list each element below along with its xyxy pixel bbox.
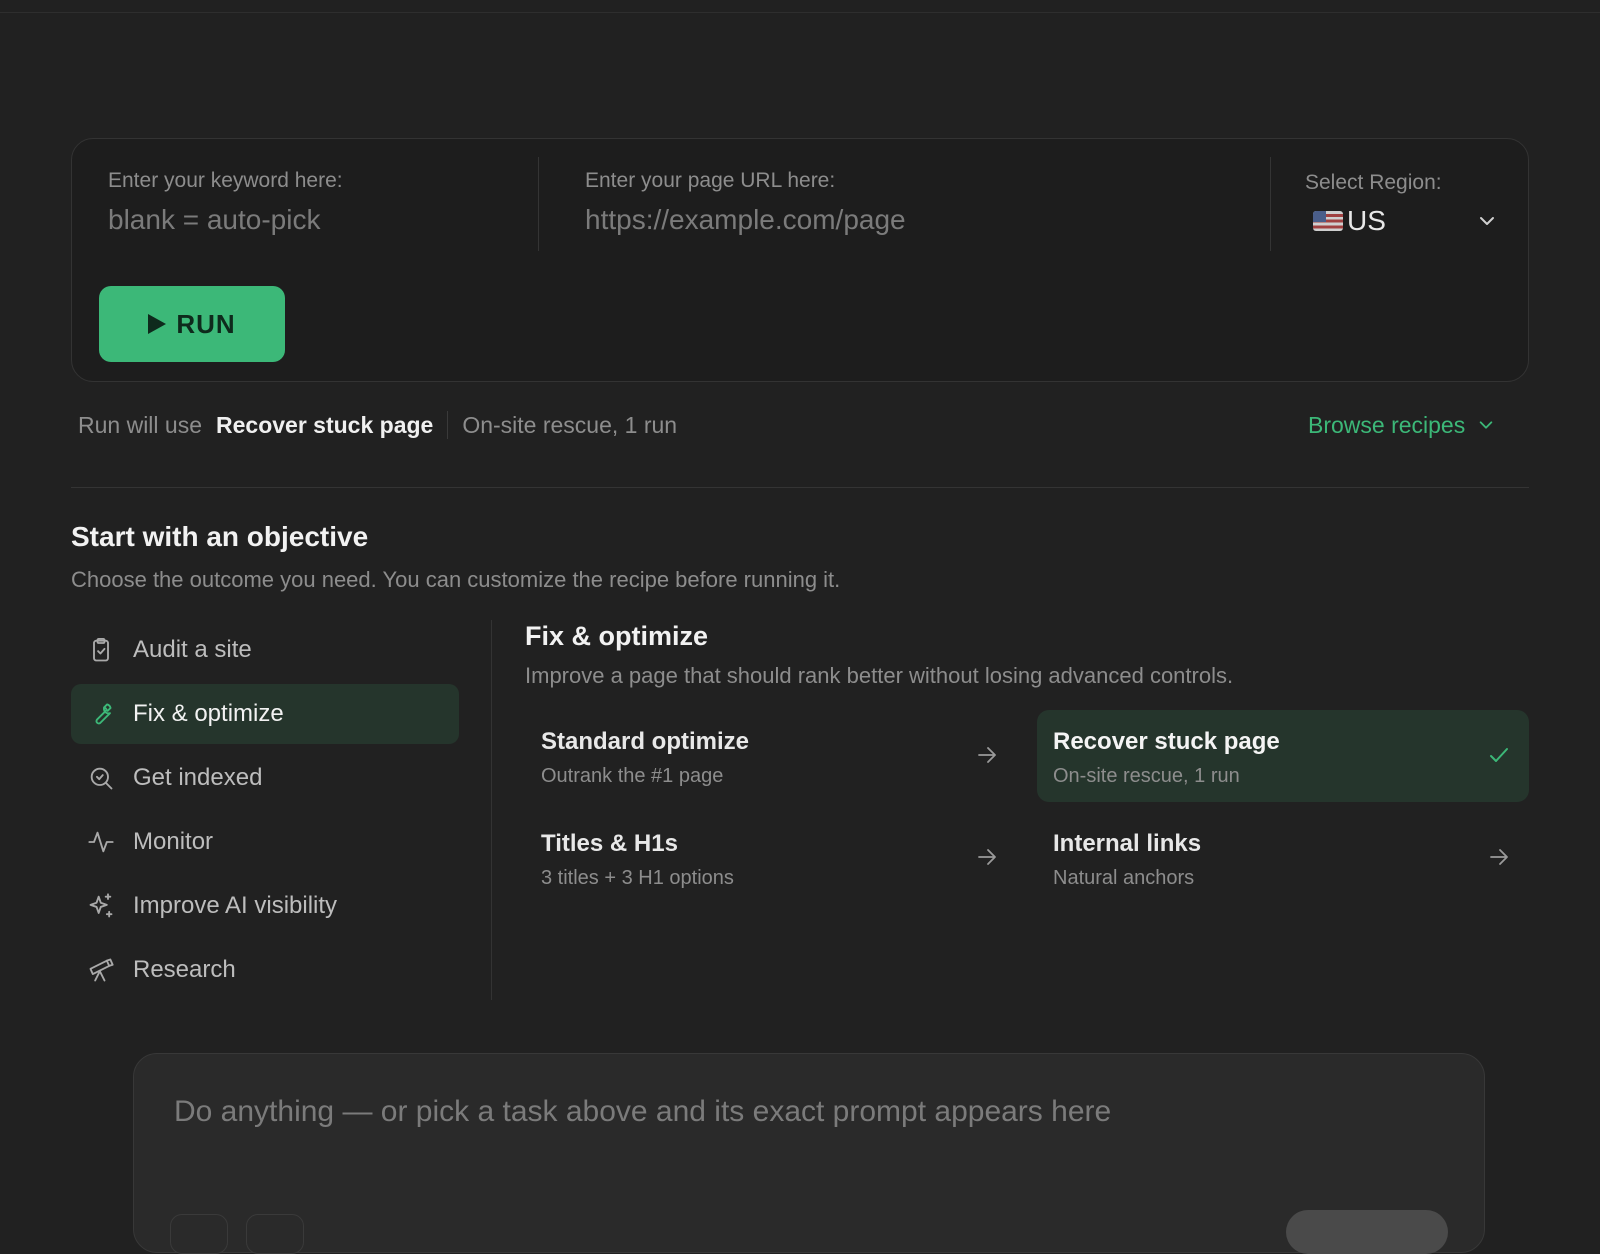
column-divider xyxy=(491,620,492,1000)
objective-item-audit[interactable]: Audit a site xyxy=(71,620,459,680)
clipboard-check-icon xyxy=(93,637,109,662)
objective-item-label: Fix & optimize xyxy=(133,700,284,727)
objective-item-label: Get indexed xyxy=(133,764,263,791)
objective-item-label: Research xyxy=(133,956,236,983)
send-button[interactable] xyxy=(1286,1210,1448,1254)
recipe-prefix: Run will use xyxy=(78,411,202,438)
region-select[interactable]: US xyxy=(1313,201,1497,241)
recipe-option-recover-stuck-page[interactable]: Recover stuck page On-site rescue, 1 run xyxy=(1037,710,1529,802)
top-divider xyxy=(0,12,1600,13)
attach-button[interactable] xyxy=(170,1214,228,1254)
prompt-input[interactable] xyxy=(174,1090,1434,1134)
input-card: Enter your keyword here: Enter your page… xyxy=(71,138,1529,382)
search-icon xyxy=(90,767,113,790)
objective-item-monitor[interactable]: Monitor xyxy=(71,812,459,872)
recipe-detail: On-site rescue, 1 run xyxy=(462,411,678,438)
field-divider xyxy=(1270,157,1271,251)
us-flag-icon xyxy=(1313,211,1343,231)
objective-list: Audit a site Fix & optimize Get indexed … xyxy=(71,620,459,1004)
option-subtitle: Outrank the #1 page xyxy=(541,765,724,787)
field-divider xyxy=(538,157,539,251)
recipe-separator xyxy=(447,411,449,439)
browse-recipes-button[interactable]: Browse recipes xyxy=(1308,408,1495,442)
objective-item-fix-optimize[interactable]: Fix & optimize xyxy=(71,684,459,744)
url-label: Enter your page URL here: xyxy=(585,169,836,192)
panel-title: Fix & optimize xyxy=(525,621,709,651)
keyword-field-group: Enter your keyword here: xyxy=(108,139,528,251)
option-title: Internal links xyxy=(1053,830,1202,857)
option-title: Titles & H1s xyxy=(541,830,678,857)
activity-icon xyxy=(88,831,114,853)
objective-item-get-indexed[interactable]: Get indexed xyxy=(71,748,459,808)
run-label: RUN xyxy=(176,308,236,339)
prompt-box xyxy=(133,1053,1485,1254)
keyword-label: Enter your keyword here: xyxy=(108,169,343,192)
objective-subtitle: Choose the outcome you need. You can cus… xyxy=(71,567,841,592)
recipe-option-titles-h1s[interactable]: Titles & H1s 3 titles + 3 H1 options xyxy=(525,812,1017,904)
sparkles-icon xyxy=(89,893,113,918)
objective-title: Start with an objective xyxy=(71,521,369,552)
recipe-summary: Run will use Recover stuck page On-site … xyxy=(78,408,677,442)
arrow-right-icon xyxy=(978,747,996,763)
objective-item-label: Monitor xyxy=(133,828,214,855)
arrow-right-icon xyxy=(978,849,996,865)
option-subtitle: 3 titles + 3 H1 options xyxy=(541,867,734,889)
region-field-group: Select Region: US xyxy=(1305,139,1505,251)
telescope-icon xyxy=(89,958,114,982)
option-title: Recover stuck page xyxy=(1053,728,1280,755)
browse-recipes-label: Browse recipes xyxy=(1308,411,1466,438)
wrench-icon xyxy=(95,703,112,725)
url-field-group: Enter your page URL here: xyxy=(585,139,1275,251)
objective-item-label: Improve AI visibility xyxy=(133,892,338,919)
panel-subtitle: Improve a page that should rank better w… xyxy=(525,663,1234,688)
option-title: Standard optimize xyxy=(541,728,750,755)
objective-item-ai-visibility[interactable]: Improve AI visibility xyxy=(71,876,459,936)
objective-item-label: Audit a site xyxy=(133,636,252,663)
region-value: US xyxy=(1347,205,1386,236)
run-button[interactable]: RUN xyxy=(99,286,285,362)
play-icon xyxy=(148,314,167,334)
chevron-down-icon xyxy=(1479,421,1493,429)
arrow-right-icon xyxy=(1490,849,1508,865)
recipe-option-internal-links[interactable]: Internal links Natural anchors xyxy=(1037,812,1529,904)
keyword-input[interactable] xyxy=(108,199,528,241)
region-label: Select Region: xyxy=(1305,171,1442,194)
option-subtitle: On-site rescue, 1 run xyxy=(1053,765,1240,787)
url-input[interactable] xyxy=(585,199,1275,241)
section-divider xyxy=(71,487,1529,488)
check-icon xyxy=(1490,748,1508,762)
tools-button[interactable] xyxy=(246,1214,304,1254)
recipe-option-standard-optimize[interactable]: Standard optimize Outrank the #1 page xyxy=(525,710,1017,802)
objective-item-research[interactable]: Research xyxy=(71,940,459,1000)
recipe-name: Recover stuck page xyxy=(216,411,434,438)
chevron-down-icon xyxy=(1480,217,1494,225)
option-subtitle: Natural anchors xyxy=(1053,867,1195,889)
